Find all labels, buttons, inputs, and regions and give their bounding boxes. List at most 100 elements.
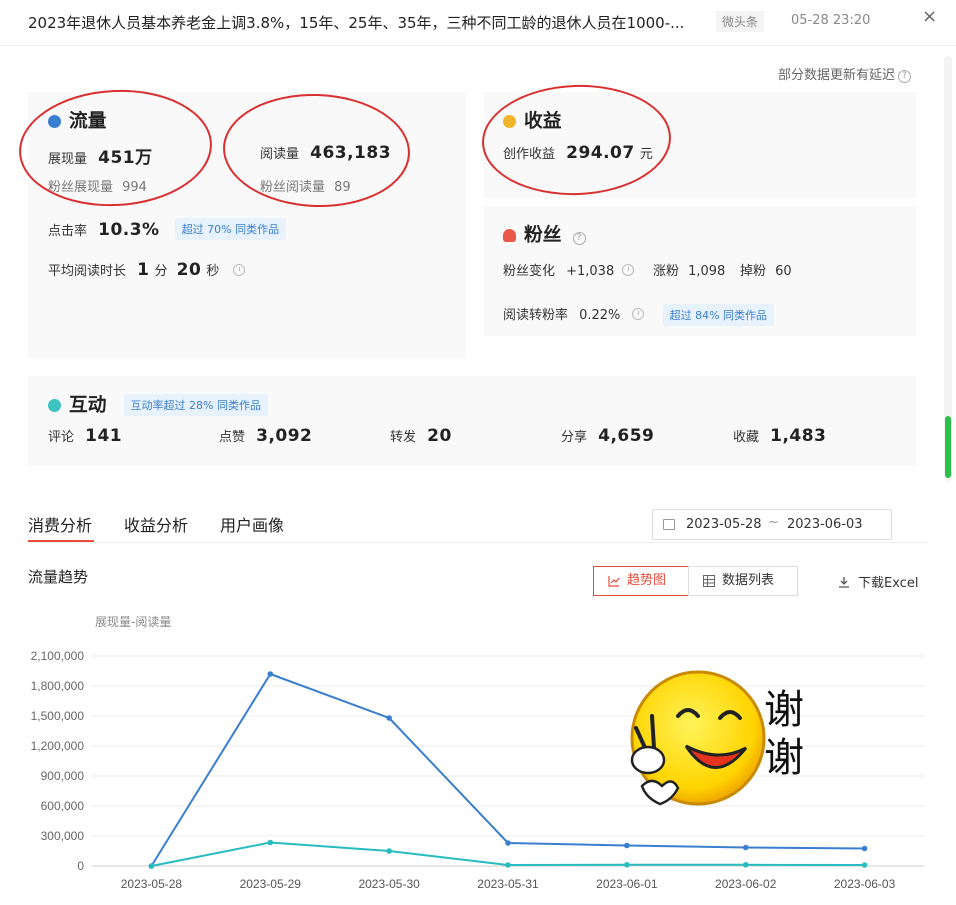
- income-title: 收益: [524, 111, 562, 132]
- active-tab-indicator: [28, 540, 94, 542]
- reposts-metric: 转发 20: [390, 426, 452, 446]
- income-heading: 收益: [503, 106, 561, 133]
- x-tick-label: 2023-05-28: [121, 877, 183, 891]
- data-list-button[interactable]: 数据列表: [688, 566, 798, 596]
- sticker-char: 谢: [764, 735, 804, 781]
- tab-income[interactable]: 收益分析: [124, 512, 188, 536]
- x-tick-label: 2023-06-03: [834, 877, 896, 891]
- tab-user-profile[interactable]: 用户画像: [220, 512, 284, 536]
- fan-loss-label: 掉粉: [740, 264, 767, 279]
- income-value: 294.07: [566, 143, 635, 163]
- fan-change-label: 粉丝变化: [503, 264, 556, 279]
- likes-metric: 点赞 3,092: [219, 426, 312, 446]
- avg-time-seconds: 20: [176, 260, 202, 280]
- data-point: [742, 862, 749, 868]
- income-unit: 元: [639, 147, 653, 162]
- person-icon: [503, 229, 516, 242]
- y-tick-label: 0: [77, 859, 84, 873]
- traffic-title: 流量: [69, 111, 107, 132]
- comments-label: 评论: [48, 430, 75, 445]
- help-icon[interactable]: ?: [572, 232, 586, 245]
- clock-icon[interactable]: [631, 308, 644, 320]
- conv-value: 0.22%: [579, 308, 621, 323]
- fan-gain-value: 1,098: [688, 264, 726, 279]
- fan-gain-label: 涨粉: [653, 264, 680, 279]
- date-start: 2023-05-28: [686, 517, 762, 532]
- trend-chart-label: 趋势图: [627, 573, 667, 588]
- fan-loss-value: 60: [775, 264, 792, 279]
- impressions-value: 451万: [98, 148, 153, 168]
- y-tick-label: 600,000: [41, 799, 85, 813]
- data-point: [505, 862, 511, 868]
- favorites-metric: 收藏 1,483: [733, 426, 826, 446]
- reads-metric: 阅读量 463,183: [260, 143, 391, 163]
- article-title: 2023年退休人员基本养老金上调3.8%，15年、25年、35年，三种不同工龄的…: [28, 14, 685, 32]
- download-excel-label: 下载Excel: [858, 576, 919, 591]
- conv-label: 阅读转粉率: [503, 308, 569, 323]
- table-icon: [703, 575, 715, 587]
- sticker-text: 谢 谢: [764, 686, 804, 782]
- scrollbar-thumb[interactable]: [945, 416, 951, 478]
- read-to-fan-metric: 阅读转粉率 0.22% 超过 84% 同类作品: [503, 304, 775, 326]
- fan-loss-metric: 掉粉 60: [740, 260, 792, 279]
- data-point: [148, 863, 155, 869]
- tab-consumption[interactable]: 消费分析: [28, 512, 92, 536]
- x-tick-label: 2023-06-02: [715, 877, 777, 891]
- likes-label: 点赞: [219, 430, 246, 445]
- data-point: [624, 862, 630, 868]
- avg-time-minutes: 1: [137, 260, 150, 280]
- ctr-badge: 超过 70% 同类作品: [174, 218, 287, 240]
- data-point: [861, 862, 868, 868]
- y-tick-label: 2,100,000: [31, 649, 85, 663]
- data-point: [861, 845, 868, 852]
- trend-title: 流量趋势: [28, 568, 89, 586]
- help-icon[interactable]: ?: [898, 70, 912, 83]
- download-excel-button[interactable]: 下载Excel: [838, 572, 918, 591]
- data-point: [742, 844, 749, 851]
- fans-title: 粉丝: [524, 225, 562, 246]
- impressions-metric: 展现量 451万: [48, 143, 153, 168]
- close-icon[interactable]: ×: [922, 6, 937, 27]
- x-tick-label: 2023-06-01: [596, 877, 658, 891]
- avg-time-label: 平均阅读时长: [48, 264, 127, 279]
- chat-bubble-icon: [48, 399, 61, 412]
- download-icon: [839, 577, 849, 588]
- comments-metric: 评论 141: [48, 426, 122, 446]
- y-tick-label: 1,500,000: [31, 709, 85, 723]
- data-point: [624, 842, 630, 849]
- clock-icon[interactable]: [622, 264, 635, 276]
- fan-reads-value: 89: [334, 180, 351, 195]
- y-tick-label: 1,200,000: [31, 739, 85, 753]
- interaction-badge: 互动率超过 28% 同类作品: [123, 394, 268, 416]
- ctr-metric: 点击率 10.3% 超过 70% 同类作品: [48, 218, 287, 240]
- reads-label: 阅读量: [260, 147, 300, 162]
- data-point: [267, 671, 274, 677]
- likes-value: 3,092: [256, 426, 313, 446]
- avg-time-minutes-unit: 分: [154, 264, 168, 279]
- line-chart-icon: [608, 576, 620, 587]
- chart-ylabel: 展现量-阅读量: [95, 615, 172, 629]
- traffic-icon: [48, 115, 61, 128]
- reads-value: 463,183: [310, 143, 392, 163]
- fans-heading: 粉丝 ?: [503, 220, 586, 247]
- coin-icon: [503, 115, 516, 128]
- ctr-value: 10.3%: [98, 220, 160, 240]
- fan-impressions-value: 994: [122, 180, 147, 195]
- data-delay-note-text: 部分数据更新有延迟: [778, 68, 896, 83]
- ctr-label: 点击率: [48, 224, 88, 239]
- sticker-char: 谢: [764, 687, 804, 733]
- data-point: [505, 840, 511, 846]
- x-tick-label: 2023-05-30: [358, 877, 420, 891]
- shares-label: 分享: [561, 430, 588, 445]
- scrollbar[interactable]: [944, 56, 952, 481]
- trend-chart-button[interactable]: 趋势图: [593, 566, 689, 596]
- y-tick-label: 300,000: [41, 829, 85, 843]
- x-tick-label: 2023-05-29: [240, 877, 302, 891]
- clock-icon[interactable]: [232, 264, 245, 276]
- fan-reads-label: 粉丝阅读量: [260, 180, 326, 195]
- data-point: [267, 839, 274, 846]
- x-tick-label: 2023-05-31: [477, 877, 539, 891]
- date-range-picker[interactable]: 2023-05-28 ~ 2023-06-03: [652, 509, 892, 540]
- tabs-divider: [28, 542, 928, 543]
- publish-time: 05-28 23:20: [791, 13, 871, 28]
